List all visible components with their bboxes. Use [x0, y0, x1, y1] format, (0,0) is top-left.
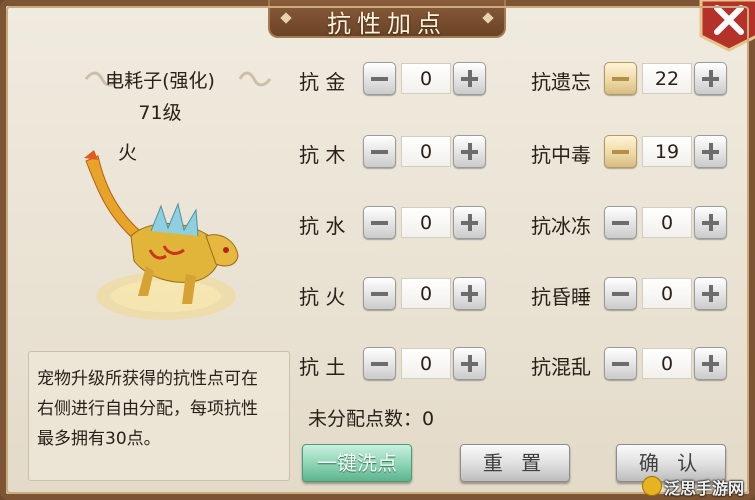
minus-icon — [371, 292, 388, 296]
watermark-text: 泛思手游网 — [664, 479, 745, 498]
title-bar: 抗性加点 — [268, 0, 506, 38]
decrease-button[interactable] — [363, 62, 396, 95]
reset-all-button[interactable]: 一键洗点 — [302, 444, 412, 482]
plus-icon — [709, 143, 713, 160]
resistance-label: 抗混乱 — [531, 355, 591, 379]
pet-image — [84, 150, 239, 320]
window-title: 抗性加点 — [327, 10, 447, 38]
resistance-label: 抗 金 — [299, 70, 346, 94]
resistance-label: 抗冰冻 — [531, 214, 591, 238]
resistance-value: 0 — [401, 348, 451, 379]
decrease-button[interactable] — [604, 135, 637, 168]
description-line-1: 宠物升级所获得的抗性点可在 — [37, 369, 258, 389]
plus-icon — [709, 355, 713, 372]
resistance-label: 抗昏睡 — [531, 285, 591, 309]
reset-button[interactable]: 重 置 — [460, 444, 570, 482]
increase-button[interactable] — [694, 135, 727, 168]
plus-icon — [468, 143, 472, 160]
resistance-label: 抗 火 — [299, 285, 346, 309]
minus-icon — [371, 150, 388, 154]
plus-icon — [709, 70, 713, 87]
resistance-value: 0 — [642, 348, 692, 379]
unassigned-points: 未分配点数：0 — [308, 408, 435, 430]
plus-icon — [468, 214, 472, 231]
decrease-button[interactable] — [604, 277, 637, 310]
decrease-button[interactable] — [363, 347, 396, 380]
increase-button[interactable] — [453, 62, 486, 95]
increase-button[interactable] — [694, 62, 727, 95]
resistance-value: 0 — [642, 278, 692, 309]
resistance-value: 22 — [642, 63, 692, 94]
resistance-value: 0 — [401, 207, 451, 238]
increase-button[interactable] — [453, 347, 486, 380]
minus-icon — [612, 292, 629, 296]
resistance-label: 抗 土 — [299, 355, 346, 379]
increase-button[interactable] — [694, 347, 727, 380]
minus-icon — [371, 77, 388, 81]
plus-icon — [468, 70, 472, 87]
decrease-button[interactable] — [604, 347, 637, 380]
resistance-value: 0 — [401, 136, 451, 167]
resistance-label: 抗中毒 — [531, 143, 591, 167]
resistance-window: 抗性加点 电耗子(强化) 71级 火 宠物升级所获得的抗性点可在 右侧进行自由分… — [0, 0, 755, 500]
ornament-right-icon — [238, 71, 272, 87]
decrease-button[interactable] — [363, 277, 396, 310]
description-box: 宠物升级所获得的抗性点可在 右侧进行自由分配，每项抗性 最多拥有30点。 — [28, 351, 290, 481]
minus-icon — [612, 221, 629, 225]
watermark: 泛思手游网 — [642, 474, 752, 498]
plus-icon — [468, 285, 472, 302]
pet-panel: 电耗子(强化) 71级 火 — [26, 46, 294, 346]
watermark-logo-icon — [642, 476, 662, 496]
decrease-button[interactable] — [604, 206, 637, 239]
plus-icon — [468, 355, 472, 372]
plus-icon — [709, 214, 713, 231]
description-line-2: 右侧进行自由分配，每项抗性 — [37, 399, 258, 419]
increase-button[interactable] — [694, 206, 727, 239]
resistance-label: 抗遗忘 — [531, 70, 591, 94]
plus-icon — [709, 285, 713, 302]
increase-button[interactable] — [694, 277, 727, 310]
minus-icon — [612, 150, 629, 154]
resistance-value: 0 — [642, 207, 692, 238]
decrease-button[interactable] — [363, 206, 396, 239]
resistance-value: 0 — [401, 63, 451, 94]
resistance-label: 抗 水 — [299, 214, 346, 238]
minus-icon — [612, 362, 629, 366]
increase-button[interactable] — [453, 135, 486, 168]
resistance-value: 19 — [642, 136, 692, 167]
increase-button[interactable] — [453, 206, 486, 239]
minus-icon — [612, 77, 629, 81]
pet-level: 71级 — [138, 102, 182, 124]
close-icon — [699, 0, 755, 52]
increase-button[interactable] — [453, 277, 486, 310]
resistance-value: 0 — [401, 278, 451, 309]
resistance-label: 抗 木 — [299, 143, 346, 167]
close-button[interactable] — [699, 0, 755, 52]
minus-icon — [371, 221, 388, 225]
decrease-button[interactable] — [604, 62, 637, 95]
decrease-button[interactable] — [363, 135, 396, 168]
description-line-3: 最多拥有30点。 — [37, 429, 161, 449]
minus-icon — [371, 362, 388, 366]
